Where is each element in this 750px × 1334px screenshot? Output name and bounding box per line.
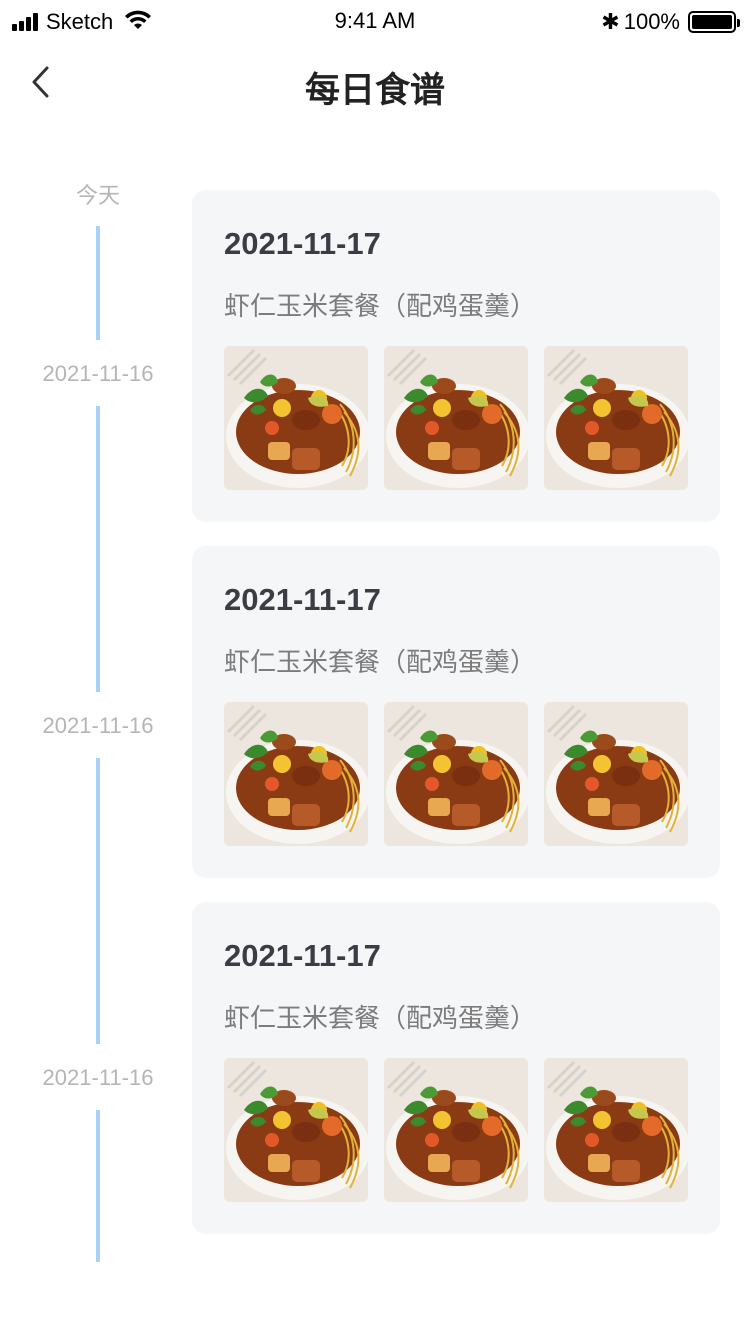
stew-bowl-illustration — [544, 1058, 688, 1202]
stew-bowl-illustration — [544, 702, 688, 846]
recipe-date: 2021-11-17 — [224, 226, 381, 261]
battery-level — [692, 15, 732, 29]
status-bar: Sketch 9:41 AM ✱ 100% — [0, 0, 750, 44]
nav-bar: 每日食谱 — [0, 44, 750, 124]
timeline-line — [96, 406, 100, 692]
stew-bowl-illustration — [384, 1058, 528, 1202]
timeline-label-date: 2021-11-16 — [42, 713, 154, 738]
recipe-name: 虾仁玉米套餐（配鸡蛋羹） — [224, 291, 537, 321]
photo-row — [224, 346, 688, 490]
timeline-line — [96, 758, 100, 1044]
food-photo[interactable] — [224, 346, 368, 490]
recipe-name: 虾仁玉米套餐（配鸡蛋羹） — [224, 1003, 537, 1033]
bluetooth-icon: ✱ — [601, 9, 620, 34]
food-photo[interactable] — [224, 702, 368, 846]
food-photo[interactable] — [544, 346, 688, 490]
stew-bowl-illustration — [384, 702, 528, 846]
timeline-label-today: 今天 — [75, 183, 120, 208]
food-photo[interactable] — [384, 1058, 528, 1202]
battery-icon — [688, 11, 740, 33]
timeline-line — [96, 1110, 100, 1262]
timeline-label-date: 2021-11-16 — [42, 361, 154, 386]
battery-percentage: 100% — [623, 9, 680, 34]
stew-bowl-illustration — [224, 346, 368, 490]
stew-bowl-illustration — [224, 702, 368, 846]
food-photo[interactable] — [384, 702, 528, 846]
stew-bowl-illustration — [544, 346, 688, 490]
recipe-name: 虾仁玉米套餐（配鸡蛋羹） — [224, 647, 537, 677]
page-title: 每日食谱 — [304, 71, 445, 110]
stew-bowl-illustration — [384, 346, 528, 490]
recipe-date: 2021-11-17 — [224, 582, 381, 617]
food-photo[interactable] — [544, 1058, 688, 1202]
food-photo[interactable] — [224, 1058, 368, 1202]
recipe-card[interactable]: 2021-11-17 虾仁玉米套餐（配鸡蛋羹） — [192, 902, 720, 1234]
recipe-card[interactable]: 2021-11-17 虾仁玉米套餐（配鸡蛋羹） — [192, 190, 720, 522]
photo-row — [224, 702, 688, 846]
timeline-label-date: 2021-11-16 — [42, 1065, 154, 1090]
recipe-card[interactable]: 2021-11-17 虾仁玉米套餐（配鸡蛋羹） — [192, 546, 720, 878]
timeline-line — [96, 226, 100, 340]
photo-row — [224, 1058, 688, 1202]
food-photo[interactable] — [544, 702, 688, 846]
food-photo[interactable] — [384, 346, 528, 490]
stew-bowl-illustration — [224, 1058, 368, 1202]
recipe-date: 2021-11-17 — [224, 938, 381, 973]
